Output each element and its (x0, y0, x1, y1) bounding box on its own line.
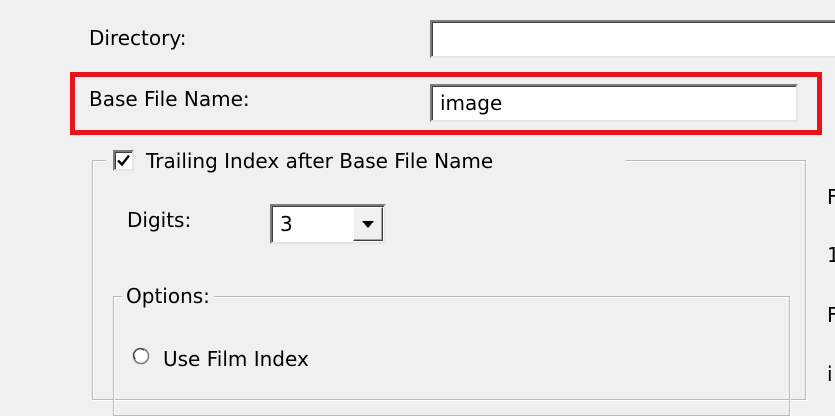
trailing-index-label[interactable]: Trailing Index after Base File Name (146, 149, 493, 173)
right-column-text-4: i (827, 362, 833, 386)
directory-label: Directory: (89, 26, 187, 50)
use-film-index-label[interactable]: Use Film Index (163, 347, 309, 371)
use-film-index-radio[interactable] (132, 347, 150, 365)
digits-select[interactable]: 3 (270, 204, 386, 244)
digits-value: 3 (280, 212, 293, 236)
file-naming-panel: Directory: Base File Name: image Trailin… (0, 0, 835, 416)
directory-field[interactable] (430, 20, 835, 58)
base-file-name-field[interactable]: image (430, 84, 798, 122)
trailing-index-checkbox[interactable] (113, 150, 134, 171)
checkmark-icon (117, 154, 130, 167)
base-file-name-label: Base File Name: (89, 87, 250, 111)
options-legend: Options: (122, 284, 214, 308)
chevron-down-icon[interactable] (353, 207, 383, 241)
right-column-text-2: 1 (827, 243, 835, 267)
right-column-text-3: F (827, 303, 835, 327)
digits-label: Digits: (127, 208, 192, 232)
right-column-text-1: F (827, 185, 835, 209)
